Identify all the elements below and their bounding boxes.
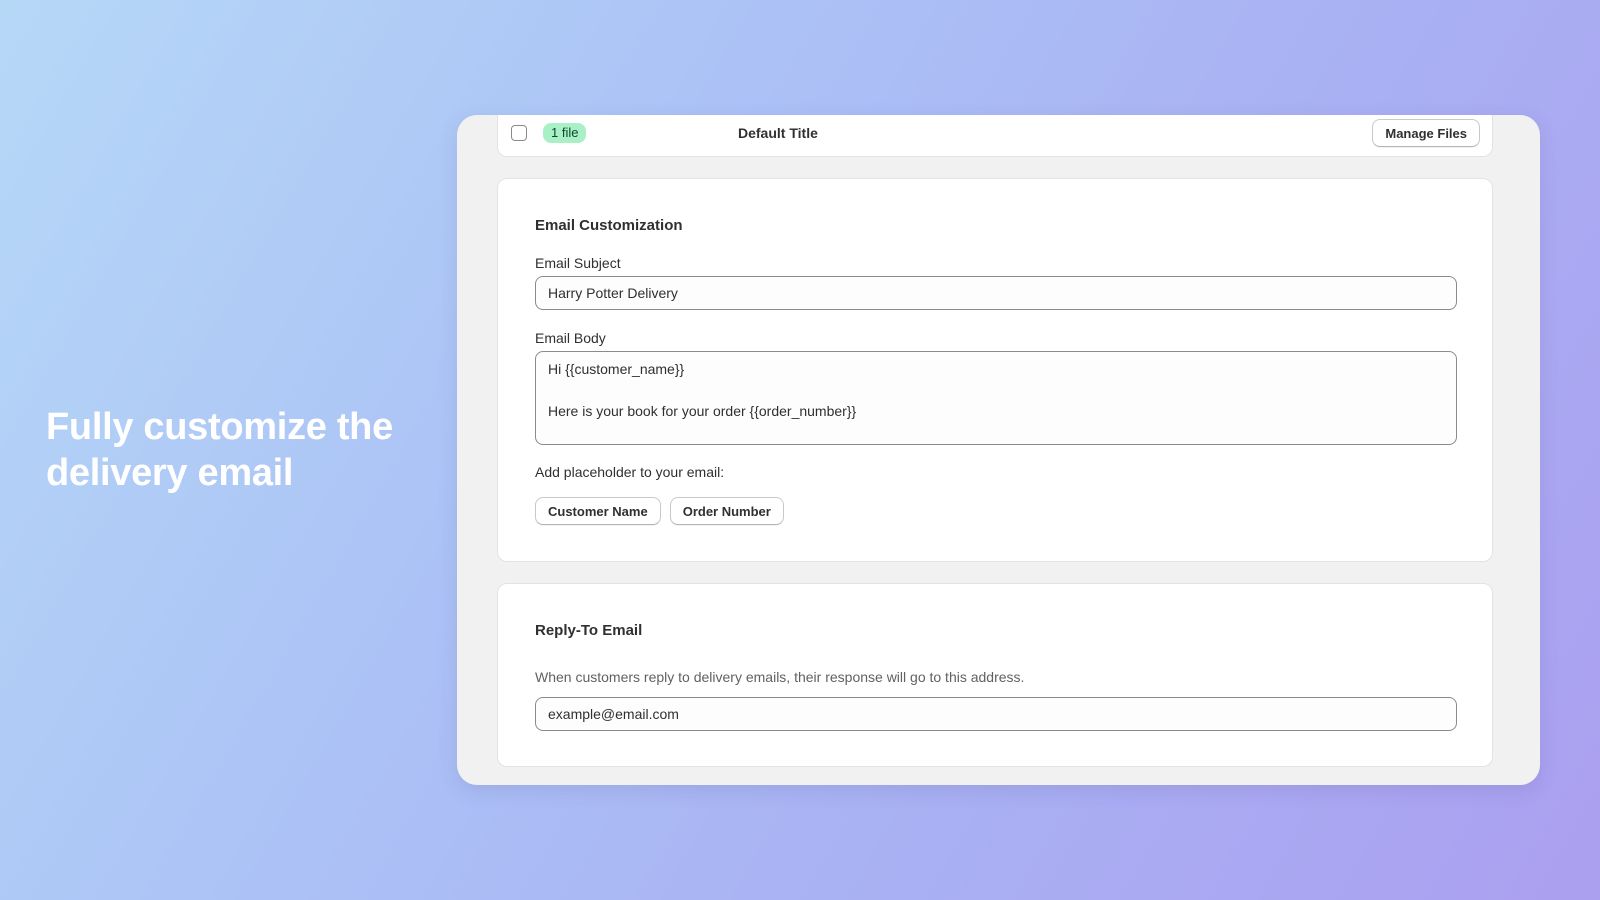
placeholder-label: Add placeholder to your email:	[535, 464, 725, 480]
reply-to-help-text: When customers reply to delivery emails,…	[535, 669, 1025, 685]
customer-name-placeholder-button[interactable]: Customer Name	[535, 497, 661, 525]
app-window: 1 file Default Title Manage Files Email …	[457, 115, 1540, 785]
order-number-placeholder-button[interactable]: Order Number	[669, 497, 784, 525]
variant-title: Default Title	[738, 125, 818, 141]
reply-to-card: Reply-To Email When customers reply to d…	[497, 583, 1493, 767]
manage-files-button[interactable]: Manage Files	[1372, 119, 1480, 147]
file-row: 1 file Default Title Manage Files	[497, 115, 1493, 157]
email-customization-card: Email Customization Email Subject Email …	[497, 178, 1493, 562]
email-body-textarea[interactable]: Hi {{customer_name}} Here is your book f…	[535, 351, 1457, 445]
reply-to-title: Reply-To Email	[535, 622, 643, 639]
checkbox-icon[interactable]	[511, 125, 527, 141]
email-customization-title: Email Customization	[535, 217, 683, 234]
hero-line-1: Fully customize the	[46, 406, 393, 448]
reply-to-email-input[interactable]	[535, 697, 1457, 731]
file-count-badge: 1 file	[543, 123, 587, 143]
email-subject-input[interactable]	[535, 276, 1457, 310]
email-subject-label: Email Subject	[535, 255, 621, 271]
placeholder-button-group: Customer Name Order Number	[535, 497, 784, 525]
hero-line-2: delivery email	[46, 452, 294, 494]
hero-heading: Fully customize the delivery email	[46, 404, 446, 496]
email-body-label: Email Body	[535, 330, 606, 346]
